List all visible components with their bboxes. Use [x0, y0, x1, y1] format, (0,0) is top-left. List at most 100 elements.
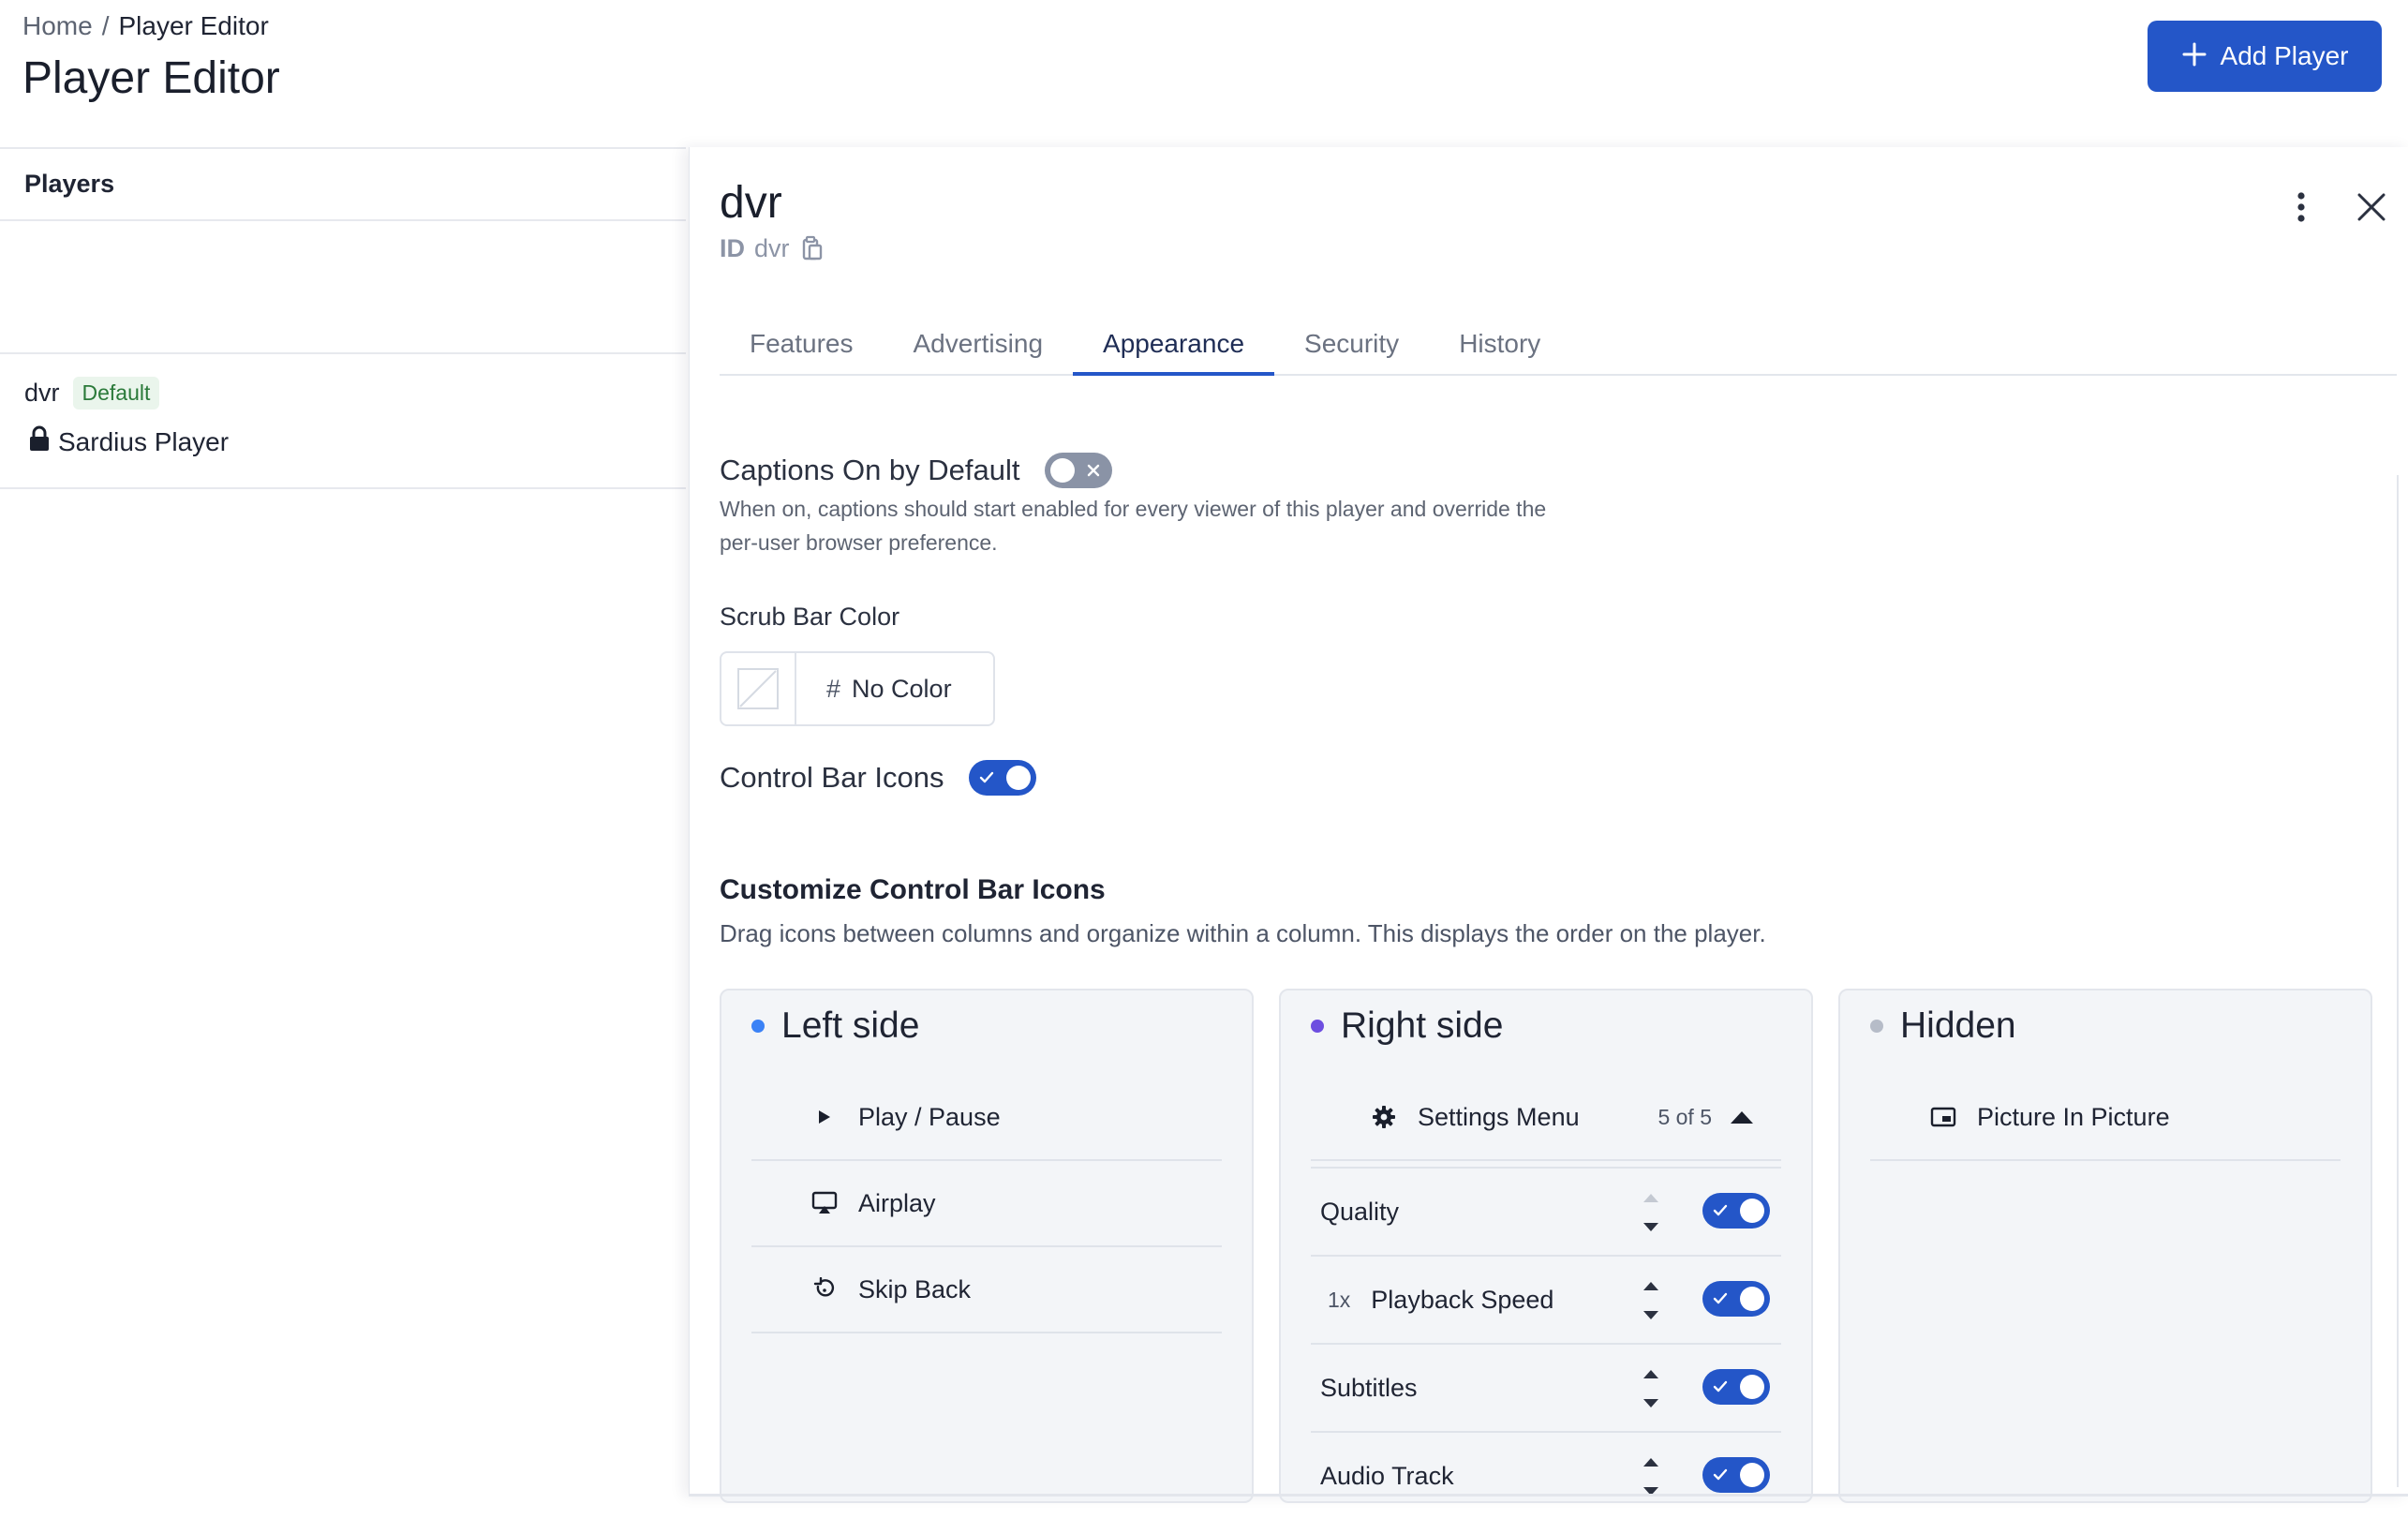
move-up-icon[interactable]: [1642, 1367, 1660, 1384]
quality-toggle[interactable]: [1702, 1193, 1770, 1229]
settings-item-label: Playback Speed: [1371, 1285, 1554, 1314]
reorder-arrows: [1637, 1191, 1665, 1238]
control-item-airplay[interactable]: Airplay: [751, 1161, 1222, 1247]
control-item-label: Airplay: [858, 1188, 936, 1217]
check-icon: [1713, 1193, 1728, 1229]
check-icon: [979, 760, 994, 796]
move-up-icon[interactable]: [1642, 1279, 1660, 1296]
control-item-label: Picture In Picture: [1977, 1102, 2170, 1131]
settings-count: 5 of 5: [1657, 1104, 1712, 1129]
subtitles-toggle[interactable]: [1702, 1369, 1770, 1405]
page-title: Player Editor: [22, 53, 280, 103]
tab-appearance[interactable]: Appearance: [1073, 314, 1275, 376]
control-bar-icons-label: Control Bar Icons: [720, 761, 944, 794]
toggle-knob: [1740, 1287, 1764, 1311]
customize-description: Drag icons between columns and organize …: [720, 919, 1766, 947]
column-header: Hidden: [1870, 1005, 2016, 1047]
settings-item-playback-speed[interactable]: 1x Playback Speed: [1311, 1257, 1781, 1345]
copy-icon[interactable]: [799, 235, 825, 263]
more-options-icon[interactable]: [2282, 188, 2320, 226]
player-name: dvr: [24, 379, 60, 407]
add-player-button[interactable]: Add Player: [2148, 21, 2382, 92]
add-player-label: Add Player: [2220, 41, 2349, 70]
toggle-wrap: [1702, 1457, 1770, 1493]
default-badge: Default: [72, 377, 160, 410]
control-item-picture-in-picture[interactable]: Picture In Picture: [1870, 1075, 2341, 1161]
hidden-column[interactable]: Hidden Picture In Picture: [1838, 989, 2372, 1503]
move-up-icon: [1642, 1191, 1660, 1208]
column-title: Right side: [1341, 1005, 1504, 1046]
customize-title: Customize Control Bar Icons: [720, 874, 1106, 905]
player-list-item[interactable]: dvr Default Sardius Player: [0, 354, 686, 489]
toggle-knob: [1740, 1199, 1764, 1223]
airplay-icon: [806, 1191, 843, 1215]
tab-history[interactable]: History: [1429, 314, 1570, 374]
control-item-skip-back[interactable]: Skip Back: [751, 1247, 1222, 1333]
player-type: Sardius Player: [58, 426, 230, 456]
toggle-knob: [1049, 458, 1075, 483]
tab-security[interactable]: Security: [1274, 314, 1429, 374]
id-value: dvr: [754, 234, 790, 262]
right-side-column[interactable]: Right side Settings Menu 5 of 5 Quality: [1279, 989, 1813, 1503]
tab-features[interactable]: Features: [720, 314, 884, 374]
chevron-up-icon[interactable]: [1729, 1109, 1755, 1124]
panel-bottom-border: [690, 1494, 2408, 1497]
scrub-bar-color-picker[interactable]: # No Color: [720, 651, 995, 726]
move-down-icon[interactable]: [1642, 1309, 1660, 1326]
panel-title: dvr: [720, 178, 782, 228]
lock-icon: [28, 425, 51, 458]
hash-icon: #: [826, 674, 841, 703]
id-label: ID: [720, 234, 745, 262]
close-icon[interactable]: [2351, 186, 2392, 228]
control-bar-icons-row: Control Bar Icons: [720, 760, 1036, 796]
no-color-swatch-icon: [737, 668, 779, 709]
move-up-icon[interactable]: [1642, 1455, 1660, 1472]
captions-row: Captions On by Default: [720, 453, 1112, 488]
settings-item-subtitles[interactable]: Subtitles: [1311, 1345, 1781, 1433]
players-sidebar: Players dvr Default Sardius Player: [0, 147, 686, 1512]
breadcrumb-current: Player Editor: [118, 11, 269, 40]
toggle-knob: [1740, 1375, 1764, 1399]
audio-track-toggle[interactable]: [1702, 1457, 1770, 1493]
move-down-icon[interactable]: [1642, 1397, 1660, 1414]
captions-toggle[interactable]: [1044, 453, 1112, 488]
reorder-arrows: [1637, 1367, 1665, 1414]
picture-in-picture-icon: [1925, 1107, 1962, 1127]
x-icon: [1086, 453, 1101, 488]
color-swatch[interactable]: [721, 653, 796, 724]
breadcrumb: Home / Player Editor: [22, 11, 269, 41]
toggle-knob: [1005, 766, 1031, 790]
toggle-knob: [1740, 1463, 1764, 1487]
control-bar-icons-toggle[interactable]: [968, 760, 1036, 796]
breadcrumb-home-link[interactable]: Home: [22, 11, 93, 40]
settings-item-audio-track[interactable]: Audio Track: [1311, 1433, 1781, 1519]
breadcrumb-separator: /: [101, 11, 110, 40]
playback-speed-toggle[interactable]: [1702, 1281, 1770, 1317]
captions-label: Captions On by Default: [720, 454, 1020, 486]
tab-advertising[interactable]: Advertising: [884, 314, 1074, 374]
color-value[interactable]: # No Color: [796, 653, 952, 724]
sidebar-spacer: [0, 221, 686, 354]
left-side-column[interactable]: Left side Play / Pause Airplay Skip Back: [720, 989, 1254, 1503]
check-icon: [1713, 1281, 1728, 1317]
settings-item-quality[interactable]: Quality: [1311, 1169, 1781, 1257]
control-item-label: Settings Menu: [1418, 1102, 1580, 1131]
control-item-settings-menu[interactable]: Settings Menu 5 of 5: [1311, 1075, 1781, 1159]
column-dot: [751, 1020, 765, 1033]
tab-bar: Features Advertising Appearance Security…: [720, 314, 2397, 376]
control-item-label: Play / Pause: [858, 1102, 1001, 1131]
check-icon: [1713, 1369, 1728, 1405]
player-detail-panel: dvr ID dvr Features Advertising Appearan…: [689, 147, 2408, 1503]
column-dot: [1311, 1020, 1324, 1033]
panel-scrollbar[interactable]: [2397, 475, 2404, 1487]
player-name-row: dvr Default: [24, 377, 160, 410]
divider: [1311, 1159, 1781, 1161]
control-item-play-pause[interactable]: Play / Pause: [751, 1075, 1222, 1161]
plus-icon: [2181, 37, 2207, 74]
toggle-wrap: [1702, 1193, 1770, 1229]
move-down-icon[interactable]: [1642, 1221, 1660, 1238]
toggle-wrap: [1702, 1369, 1770, 1405]
settings-item-label: Quality: [1320, 1197, 1400, 1226]
player-type-row: Sardius Player: [28, 425, 229, 458]
column-header: Left side: [751, 1005, 919, 1047]
